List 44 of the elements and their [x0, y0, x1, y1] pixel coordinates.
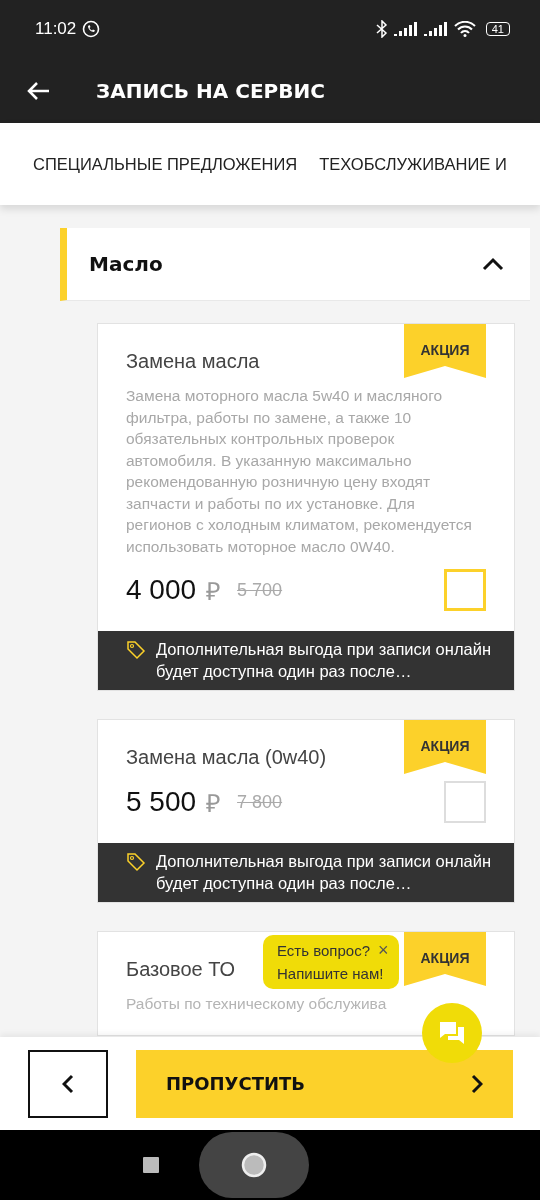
bluetooth-icon [375, 20, 388, 38]
tag-icon [126, 852, 146, 872]
skip-button[interactable]: ПРОПУСТИТЬ [136, 1049, 513, 1118]
chat-bubble-icon [82, 20, 101, 38]
home-icon [241, 1152, 267, 1178]
price: 5 500 [126, 786, 197, 818]
signal-icon [393, 22, 418, 36]
section-title: Масло [89, 252, 164, 276]
promo-ribbon: АКЦИЯ [404, 932, 486, 986]
battery-indicator: 41 [485, 22, 510, 36]
chevron-left-icon [62, 1073, 74, 1094]
price: 4 000 [126, 574, 197, 606]
service-title: Замена масла [126, 350, 260, 373]
close-button[interactable]: × [378, 941, 389, 959]
currency-sign: ₽ [206, 576, 222, 607]
service-title: Замена масла (0w40) [126, 746, 327, 769]
select-checkbox[interactable] [444, 569, 486, 611]
note-text: Дополнительная выгода при записи онлайн будет доступна один раз после… [156, 639, 493, 682]
service-description: Работы по техническому обслужива [126, 994, 388, 1014]
old-price: 7 800 [237, 791, 283, 813]
category-tab[interactable]: СПЕЦИАЛЬНЫЕ ПРЕДЛОЖЕНИЯ [33, 154, 298, 174]
select-checkbox[interactable] [444, 781, 486, 823]
chevron-right-icon [471, 1073, 483, 1094]
category-tab[interactable]: ТЕХОБСЛУЖИВАНИЕ И [319, 154, 507, 174]
chevron-up-icon [482, 257, 504, 271]
clock-time: 11:02 [35, 19, 77, 39]
back-arrow-icon[interactable] [26, 80, 50, 101]
currency-sign: ₽ [206, 788, 222, 819]
tag-icon [126, 640, 146, 660]
section-header[interactable]: Масло [60, 228, 530, 301]
promo-ribbon: АКЦИЯ [404, 720, 486, 774]
chat-icon [438, 1020, 466, 1046]
promo-ribbon: АКЦИЯ [404, 324, 486, 378]
recents-icon[interactable] [143, 1157, 159, 1173]
service-title: Базовое ТО [126, 958, 236, 981]
tooltip-prompt: Напишите нам! [277, 965, 385, 982]
wifi-icon [453, 21, 476, 37]
service-description: Замена моторного масла 5w40 и масляного фильтра, работы по замене, а также 10 обязательных контрольных проверок автомобиля. В указанную максимально рекомендованную розничную цену входят запчасти и работы по их установке. Для регионов с холодным климатом, рекомендуется использовать моторное масло 0W40. [126, 386, 473, 557]
tooltip-question: Есть вопрос? [277, 941, 370, 959]
back-button[interactable] [28, 1049, 108, 1118]
note-text: Дополнительная выгода при записи онлайн будет доступна один раз после… [156, 851, 493, 894]
signal-icon [423, 22, 448, 36]
screen-title: ЗАПИСЬ НА СЕРВИС [96, 78, 325, 103]
old-price: 5 700 [237, 579, 283, 601]
